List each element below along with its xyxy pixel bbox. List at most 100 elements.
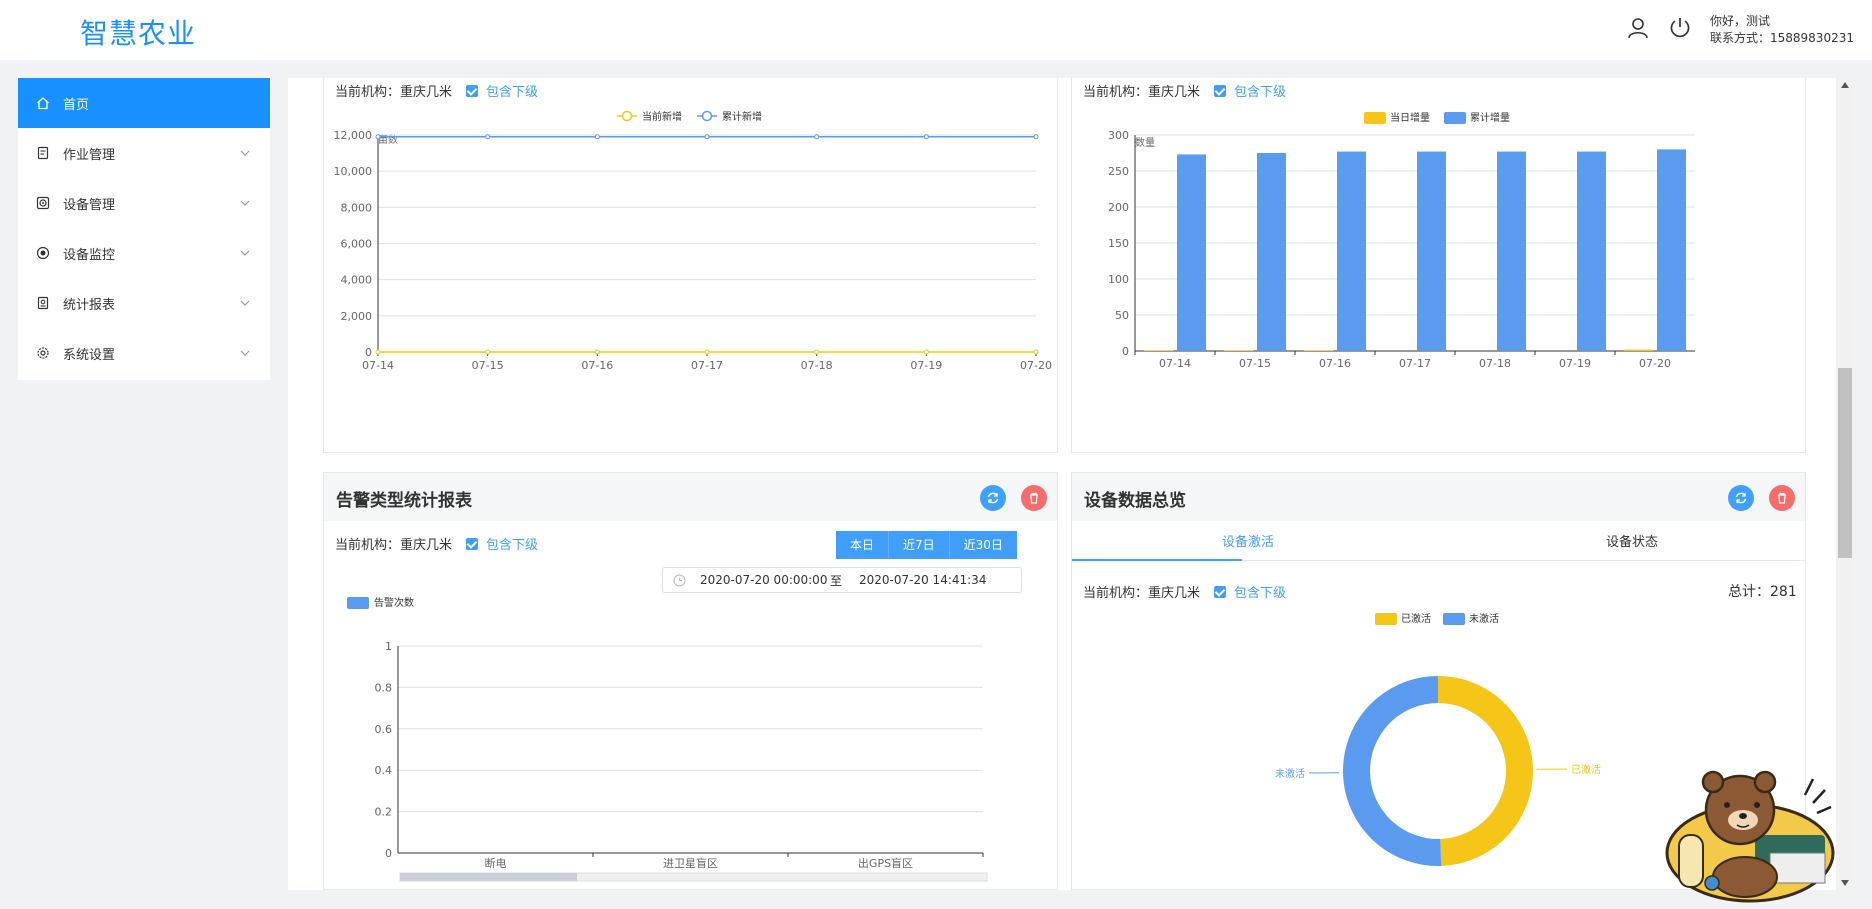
report-icon	[37, 296, 49, 310]
y-tick-label: 0	[385, 847, 392, 860]
sidebar-item-label: 设备管理	[63, 197, 116, 213]
x-tick-label: 07-18	[801, 359, 833, 372]
bar-cumulative	[1337, 151, 1366, 351]
data-point	[814, 134, 820, 140]
bar-cumulative	[1417, 151, 1446, 351]
alarm-type-panel: 告警类型统计报表 当前机构： 重庆几米 包含下级 本日 近7日 近30日 202…	[323, 472, 1058, 890]
scroll-thumb[interactable]	[1838, 368, 1852, 558]
chevron-down-icon	[240, 150, 250, 156]
x-tick-label: 07-16	[581, 359, 613, 372]
legend-swatch-alarm	[347, 597, 369, 609]
y-tick-label: 0	[365, 346, 372, 359]
scroll-down-arrow-icon[interactable]	[1841, 880, 1849, 886]
x-tick-label: 07-19	[910, 359, 942, 372]
chevron-down-icon	[240, 300, 250, 306]
x-tick-label: 07-18	[1479, 357, 1511, 370]
device-icon	[36, 196, 50, 210]
power-icon[interactable]	[1668, 16, 1692, 40]
scroll-up-arrow-icon[interactable]	[1841, 82, 1849, 88]
bear-right-eye	[1754, 802, 1760, 808]
gear-icon	[37, 347, 49, 359]
device-bar-chart: 当日增量 累计增量 数量 0 50 100 150 200 250 300 07-14 07-1…	[1108, 111, 1695, 370]
sidebar-item-statistics-report[interactable]: 统计报表	[18, 278, 270, 328]
bear-body	[1712, 856, 1778, 898]
sidebar-item-job-management[interactable]: 作业管理	[18, 128, 270, 178]
x-tick-label: 出GPS盲区	[858, 856, 913, 870]
y-tick-label: 0.2	[375, 806, 393, 819]
sidebar-item-label: 首页	[63, 97, 90, 113]
x-tick-label: 07-14	[362, 359, 394, 372]
data-point	[485, 349, 491, 355]
x-tick-label: 进卫星盲区	[663, 856, 718, 870]
x-tick-label: 07-20	[1639, 357, 1671, 370]
y-tick-label: 1	[385, 640, 392, 653]
document-icon	[37, 146, 49, 160]
chevron-down-icon	[240, 350, 250, 356]
legend-label-cumulative: 累计增量	[1470, 111, 1510, 124]
y-tick-label: 100	[1108, 273, 1129, 286]
sidebar-menu: 首页 作业管理 设备管理 设备监控 统计报表 系统设置	[18, 78, 270, 380]
bear-right-ear	[1753, 770, 1777, 794]
bear-left-ear	[1701, 770, 1725, 794]
bar-cumulative	[1577, 151, 1606, 351]
sticker-motion-lines	[1803, 778, 1832, 815]
x-tick-label: 07-14	[1159, 357, 1191, 370]
data-zoom-slider[interactable]	[399, 872, 988, 882]
sticker-cup	[1704, 875, 1720, 891]
legend: 当前新增 累计新增	[617, 110, 762, 123]
data-point	[923, 134, 929, 140]
zoom-handle[interactable]	[400, 873, 577, 881]
y-tick-label: 300	[1108, 129, 1129, 142]
y-tick-label: 50	[1115, 309, 1129, 322]
x-tick-label: 07-20	[1020, 359, 1052, 372]
legend-swatch-cumulative	[1444, 112, 1466, 124]
x-tick-label: 断电	[485, 856, 507, 870]
y-tick-label: 4,000	[341, 274, 373, 287]
data-point	[704, 349, 710, 355]
legend: 当日增量 累计增量	[1364, 111, 1510, 124]
sidebar-item-device-management[interactable]: 设备管理	[18, 178, 270, 228]
y-tick-label: 0.8	[375, 681, 393, 694]
donut-slice-inactive	[1342, 676, 1442, 866]
x-tick-label: 07-17	[1399, 357, 1431, 370]
y-tick-label: 150	[1108, 237, 1129, 250]
legend-label-current: 当前新增	[642, 110, 682, 123]
sidebar-item-device-monitoring[interactable]: 设备监控	[18, 228, 270, 278]
y-tick-label: 6,000	[341, 238, 373, 251]
data-point	[375, 134, 381, 140]
y-tick-label: 0	[1122, 345, 1129, 358]
user-info: 你好，测试 联系方式：15889830231	[1710, 13, 1854, 47]
chevron-down-icon	[240, 200, 250, 206]
legend-label-activated: 已激活	[1401, 612, 1431, 625]
legend: 告警次数	[347, 596, 414, 609]
greeting-text: 你好，测试	[1710, 14, 1771, 28]
data-point	[1033, 349, 1039, 355]
bar-daily	[1144, 350, 1173, 351]
app-logo-title: 智慧农业	[80, 17, 197, 50]
x-tick-label: 07-16	[1319, 357, 1351, 370]
legend-label-inactive: 未激活	[1469, 612, 1499, 625]
user-icon[interactable]	[1626, 16, 1650, 40]
sidebar-item-label: 统计报表	[63, 297, 116, 313]
donut-slice-activated	[1438, 676, 1533, 866]
legend: 已激活 未激活	[1375, 612, 1499, 625]
y-tick-label: 10,000	[334, 165, 373, 178]
top-header: 智慧农业 你好，测试 联系方式：15889830231	[0, 0, 1872, 60]
legend-label-daily: 当日增量	[1390, 111, 1430, 124]
sidebar-item-home[interactable]: 首页	[18, 78, 270, 128]
y-tick-label: 2,000	[341, 310, 373, 323]
data-point	[594, 134, 600, 140]
legend-label-alarm: 告警次数	[374, 596, 414, 609]
bar-cumulative	[1257, 153, 1286, 351]
sidebar-item-system-settings[interactable]: 系统设置	[18, 328, 270, 378]
data-point	[375, 349, 381, 355]
chevron-down-icon	[240, 250, 250, 256]
y-tick-label: 12,000	[334, 129, 373, 142]
data-point	[1033, 134, 1039, 140]
legend-marker-cumulative	[701, 110, 713, 122]
home-icon	[37, 97, 49, 110]
bar-daily	[1304, 350, 1333, 351]
y-tick-label: 200	[1108, 201, 1129, 214]
legend-swatch-activated	[1375, 613, 1397, 625]
alarm-bar-chart: 告警次数 0 0.2 0.4 0.6 0.8 1 断电 进卫星盲区 出GPS盲区	[347, 596, 988, 882]
